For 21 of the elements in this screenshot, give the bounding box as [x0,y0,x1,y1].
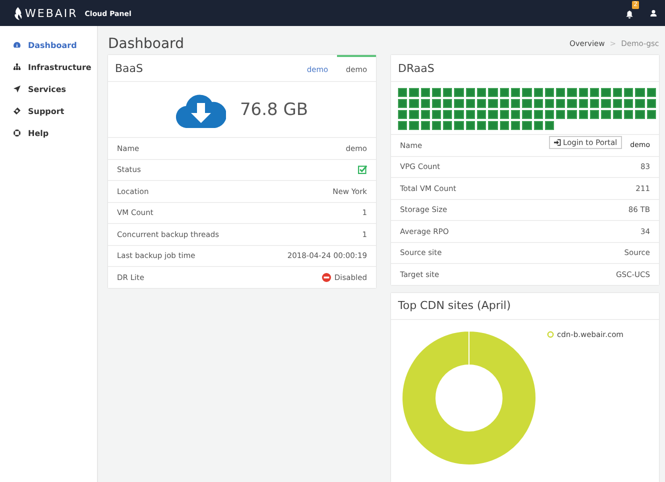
card-title: Top CDN sites (April) [397,298,512,314]
cloud-download-icon [176,92,226,128]
lifebuoy-icon [13,129,21,137]
sign-in-icon [554,139,562,146]
sidebar-item[interactable]: Help [0,122,97,144]
sidebar-item[interactable]: Infrastructure [0,56,97,78]
storage-usage: 76.8 GB [240,100,308,120]
logo-text: WEBAIR [25,6,78,20]
page-title: Dashboard [108,36,185,52]
gauge-icon [13,41,21,49]
flame-logo-icon [14,6,22,20]
tag-icon [13,107,21,115]
sidebar-item[interactable]: Services [0,78,97,100]
sitemap-icon [13,63,21,71]
bell-icon[interactable] [625,10,634,18]
card-title: DRaaS [397,60,436,76]
sidebar-item[interactable]: Dashboard [0,34,97,56]
sidebar-item[interactable]: Support [0,100,97,122]
user-icon[interactable] [650,9,657,17]
paper-plane-icon [13,85,21,93]
card-title: BaaS [114,60,144,76]
